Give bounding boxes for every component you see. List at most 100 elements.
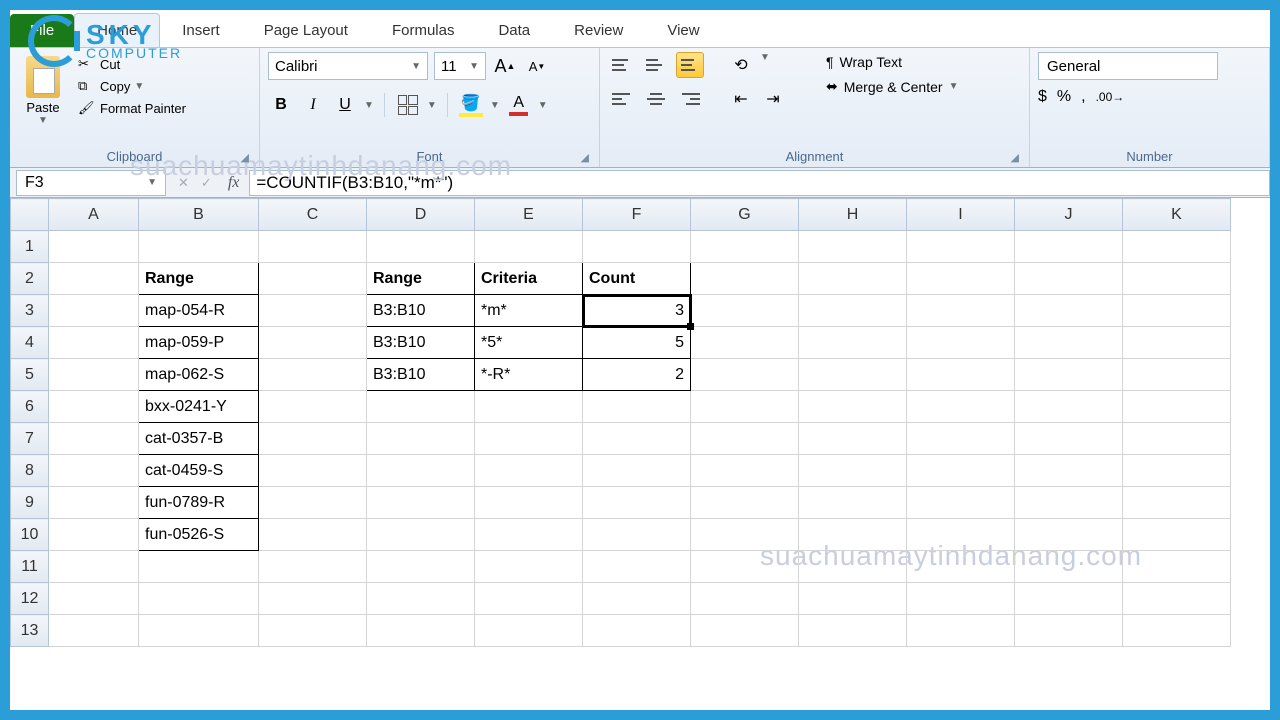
cell[interactable]: *5* <box>475 327 582 358</box>
increase-decimal-button[interactable]: .00→ <box>1096 88 1125 106</box>
grow-font-button[interactable]: A▲ <box>492 53 518 79</box>
cell[interactable]: fun-0526-S <box>139 519 258 550</box>
align-top-button[interactable] <box>608 52 636 78</box>
cell[interactable]: bxx-0241-Y <box>139 391 258 422</box>
cell[interactable]: cat-0357-B <box>139 423 258 454</box>
number-format-select[interactable]: General <box>1038 52 1218 80</box>
name-box-value: F3 <box>25 174 44 192</box>
align-left-button[interactable] <box>608 86 636 112</box>
row-head[interactable]: 7 <box>11 423 49 455</box>
chevron-down-icon: ▼ <box>949 81 959 92</box>
group-label-clipboard: Clipboard ◢ <box>18 147 251 167</box>
align-center-button[interactable] <box>642 86 670 112</box>
tab-data[interactable]: Data <box>476 14 552 47</box>
cell[interactable]: B3:B10 <box>367 295 474 326</box>
accounting-format-button[interactable]: $ <box>1038 88 1047 106</box>
shrink-font-button[interactable]: A▼ <box>524 53 550 79</box>
fill-handle[interactable] <box>687 323 694 330</box>
wrap-text-button[interactable]: ¶ Wrap Text <box>822 52 962 72</box>
align-bottom-button[interactable] <box>676 52 704 78</box>
col-head-k[interactable]: K <box>1123 199 1231 231</box>
cell[interactable]: 5 <box>583 327 690 358</box>
col-head-c[interactable]: C <box>259 199 367 231</box>
col-head-e[interactable]: E <box>475 199 583 231</box>
cell[interactable]: 2 <box>583 359 690 390</box>
cell[interactable]: Range <box>367 263 474 294</box>
col-head-j[interactable]: J <box>1015 199 1123 231</box>
formula-input[interactable]: =COUNTIF(B3:B10,"*m*") <box>249 170 1270 196</box>
row-head[interactable]: 10 <box>11 519 49 551</box>
cell[interactable]: Count <box>583 263 690 294</box>
align-right-button[interactable] <box>676 86 704 112</box>
cell[interactable]: *m* <box>475 295 582 326</box>
fx-icon[interactable]: fx <box>218 174 250 192</box>
col-head-g[interactable]: G <box>691 199 799 231</box>
enter-formula-icon[interactable]: ✓ <box>195 175 218 191</box>
cell[interactable]: *-R* <box>475 359 582 390</box>
format-painter-button[interactable]: 🖌 Format Painter <box>74 98 190 118</box>
col-head-a[interactable]: A <box>49 199 139 231</box>
row-head[interactable]: 1 <box>11 231 49 263</box>
col-head-f[interactable]: F <box>583 199 691 231</box>
col-head-d[interactable]: D <box>367 199 475 231</box>
cell[interactable]: map-059-P <box>139 327 258 358</box>
underline-button[interactable]: U <box>332 92 358 118</box>
tab-view[interactable]: View <box>645 14 721 47</box>
dialog-launcher-icon[interactable]: ◢ <box>241 151 249 164</box>
fill-color-button[interactable]: 🪣 <box>458 92 484 118</box>
cell[interactable]: B3:B10 <box>367 327 474 358</box>
row-head[interactable]: 8 <box>11 455 49 487</box>
row-head[interactable]: 11 <box>11 551 49 583</box>
cell[interactable]: Criteria <box>475 263 582 294</box>
cancel-formula-icon[interactable]: ✕ <box>172 175 195 191</box>
cell[interactable]: Range <box>139 263 258 294</box>
borders-button[interactable] <box>395 92 421 118</box>
copy-button[interactable]: ⧉ Copy ▼ <box>74 76 190 96</box>
tab-review[interactable]: Review <box>552 14 645 47</box>
increase-indent-button[interactable]: ⇥ <box>760 86 786 112</box>
tab-home[interactable]: Home <box>74 13 160 47</box>
row-head[interactable]: 12 <box>11 583 49 615</box>
row-head[interactable]: 5 <box>11 359 49 391</box>
dialog-launcher-icon[interactable]: ◢ <box>581 151 589 164</box>
cell[interactable]: map-054-R <box>139 295 258 326</box>
dialog-launcher-icon[interactable]: ◢ <box>1011 151 1019 164</box>
row-head[interactable]: 6 <box>11 391 49 423</box>
decrease-indent-button[interactable]: ⇤ <box>728 86 754 112</box>
group-clipboard: Paste ▼ ✂ Cut ⧉ Copy ▼ 🖌 Format Painter <box>10 48 260 167</box>
paste-button[interactable]: Paste ▼ <box>18 52 68 130</box>
tab-file[interactable]: File <box>10 14 74 47</box>
active-cell[interactable]: 3 <box>583 295 690 326</box>
name-box[interactable]: F3 ▼ <box>16 170 166 196</box>
orientation-button[interactable]: ⟲ <box>728 52 754 78</box>
select-all-corner[interactable] <box>11 199 49 231</box>
bold-button[interactable]: B <box>268 92 294 118</box>
row-head[interactable]: 3 <box>11 295 49 327</box>
tab-formulas[interactable]: Formulas <box>370 14 477 47</box>
font-size-select[interactable]: 11 ▼ <box>434 52 486 80</box>
font-name-select[interactable]: Calibri ▼ <box>268 52 428 80</box>
tab-insert[interactable]: Insert <box>160 14 242 47</box>
row-head[interactable]: 13 <box>11 615 49 647</box>
tab-page-layout[interactable]: Page Layout <box>242 14 370 47</box>
row-head[interactable]: 9 <box>11 487 49 519</box>
cell[interactable]: fun-0789-R <box>139 487 258 518</box>
col-head-h[interactable]: H <box>799 199 907 231</box>
ribbon: Paste ▼ ✂ Cut ⧉ Copy ▼ 🖌 Format Painter <box>10 48 1270 168</box>
row-head[interactable]: 4 <box>11 327 49 359</box>
cell[interactable]: cat-0459-S <box>139 455 258 486</box>
col-head-i[interactable]: I <box>907 199 1015 231</box>
italic-button[interactable]: I <box>300 92 326 118</box>
row-head[interactable]: 2 <box>11 263 49 295</box>
cell[interactable]: B3:B10 <box>367 359 474 390</box>
percent-format-button[interactable]: % <box>1057 88 1071 106</box>
align-middle-button[interactable] <box>642 52 670 78</box>
comma-format-button[interactable]: , <box>1081 88 1085 106</box>
cut-button[interactable]: ✂ Cut <box>74 54 190 74</box>
col-head-b[interactable]: B <box>139 199 259 231</box>
spreadsheet-grid[interactable]: A B C D E F G H I J K 1 2 Range Range Cr… <box>10 198 1270 647</box>
merge-center-button[interactable]: ⬌ Merge & Center ▼ <box>822 76 962 97</box>
bucket-icon: 🪣 <box>459 93 483 117</box>
font-color-button[interactable]: A <box>506 92 532 118</box>
cell[interactable]: map-062-S <box>139 359 258 390</box>
